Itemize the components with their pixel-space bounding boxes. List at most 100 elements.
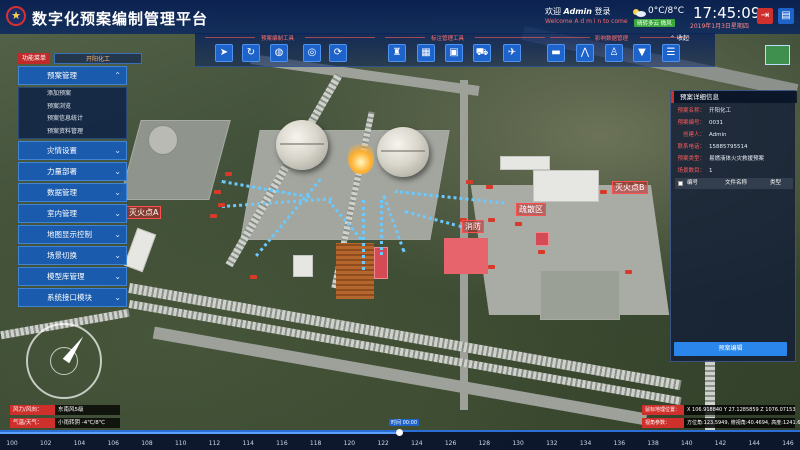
tab-project[interactable]: 开阳化工 <box>54 53 142 64</box>
map-label-c[interactable]: 消防 <box>462 220 484 233</box>
timeline-knob[interactable] <box>396 429 403 436</box>
globe-tool-button[interactable]: ◍ <box>270 44 288 62</box>
sub-item-plan-docs[interactable]: 预案资料管理 <box>19 126 126 139</box>
menu-item-system-interface[interactable]: 系统接口模块 ⌄ <box>18 288 127 307</box>
list-tool-button[interactable]: ☰ <box>662 44 680 62</box>
login-link[interactable]: 登录 <box>595 7 611 16</box>
filter-tool-button[interactable]: ▼ <box>633 44 651 62</box>
chevron-up-icon: ⌃ <box>670 35 676 42</box>
column-header-type: 类型 <box>770 180 782 186</box>
map-label-b[interactable]: 疏散区 <box>516 203 546 216</box>
menu-item-label: 模型库管理 <box>47 272 85 281</box>
fire-truck[interactable] <box>214 190 221 194</box>
timeline-tick: 114 <box>242 440 254 447</box>
camera-label: 视角参数： <box>642 418 684 428</box>
fire-truck[interactable] <box>625 270 632 274</box>
refresh-tool-button[interactable]: ⟳ <box>329 44 347 62</box>
user-name[interactable]: Admin <box>564 7 592 16</box>
menu-item-scene-switch[interactable]: 场景切换 ⌄ <box>18 246 127 265</box>
attachment-table-header: 编号 文件名称 类型 <box>675 178 793 189</box>
camera-params: 视角参数： 方位角:123.5949, 俯视角:40.4694, 高度:1241.… <box>642 418 800 428</box>
timeline-tick: 142 <box>714 440 727 447</box>
compass[interactable] <box>26 323 102 399</box>
field-value: 15885795514 <box>709 144 748 150</box>
fire-truck[interactable] <box>466 180 473 184</box>
menu-item-plan-management[interactable]: 预案管理 ⌃ <box>18 66 127 85</box>
sub-item-browse-plan[interactable]: 预案浏览 <box>19 101 126 114</box>
send-tool-button[interactable]: ✈ <box>503 44 521 62</box>
fire-truck[interactable] <box>515 222 522 226</box>
field-plan-name: 预案名称： 开阳化工 <box>675 106 731 116</box>
fire-truck[interactable] <box>225 172 232 176</box>
exit-button[interactable]: ⇥ <box>757 8 773 24</box>
toolbar-group-label: 标注管理工具 <box>431 36 465 42</box>
edit-plan-button[interactable]: 预案编辑 <box>674 342 787 356</box>
measure-tool-button[interactable]: ◎ <box>303 44 321 62</box>
divider <box>475 37 545 38</box>
menu-item-data-management[interactable]: 数据管理 ⌄ <box>18 183 127 202</box>
column-header-filename: 文件名称 <box>725 180 748 186</box>
field-scene-count: 场景数目： 1 <box>675 166 712 176</box>
menu-item-label: 系统接口模块 <box>47 293 92 302</box>
menu-item-disaster-settings[interactable]: 灾情设置 ⌄ <box>18 141 127 160</box>
divider <box>385 37 425 38</box>
toolbar-group-label: 影响数据管理 <box>595 36 629 42</box>
timeline-tick: 124 <box>411 440 423 447</box>
hydrant-tool-button[interactable]: ♜ <box>388 44 406 62</box>
rotate-icon: ↻ <box>246 47 256 58</box>
spherical-tank <box>377 127 429 177</box>
road-tool-button[interactable]: ⋀ <box>576 44 594 62</box>
layer-tool-button[interactable]: ▬ <box>547 44 565 62</box>
menu-item-force-deployment[interactable]: 力量部署 ⌄ <box>18 162 127 181</box>
timeline[interactable]: 100 102 104 106 108 110 112 114 116 118 120 122 124 1… <box>0 429 800 450</box>
menu-item-label: 灾情设置 <box>47 146 77 155</box>
menu-item-model-library[interactable]: 模型库管理 ⌄ <box>18 267 127 286</box>
sub-item-plan-stats[interactable]: 预案信息统计 <box>19 113 126 126</box>
fire-truck[interactable] <box>250 275 257 279</box>
menu-item-label: 预案管理 <box>47 71 77 80</box>
timeline-tick: 118 <box>309 440 322 447</box>
fire-truck[interactable] <box>538 250 545 254</box>
water-hose <box>380 200 383 255</box>
map-label-a[interactable]: 灭火点A <box>126 206 162 219</box>
wind-label: 风力/风向： <box>10 405 55 415</box>
cloud-sun-icon <box>633 9 646 17</box>
menu-item-map-display[interactable]: 地图显示控制 ⌄ <box>18 225 127 244</box>
collapse-label: 收起 <box>676 35 689 42</box>
fire-truck[interactable] <box>488 265 495 269</box>
layer-icon: ▬ <box>551 47 561 58</box>
weather-badge: 晴转多云 微风 <box>634 19 675 27</box>
fire-truck[interactable] <box>486 185 493 189</box>
sub-item-add-plan[interactable]: 添加预案 <box>19 88 126 101</box>
fire-truck[interactable] <box>210 214 217 218</box>
divider <box>550 37 590 38</box>
select-all-checkbox[interactable] <box>678 181 683 186</box>
settings-button[interactable]: ▤ <box>778 8 794 24</box>
fire-truck[interactable] <box>600 190 607 194</box>
chart-tool-button[interactable]: ▦ <box>417 44 435 62</box>
building <box>444 238 488 274</box>
fire-truck[interactable] <box>488 218 495 222</box>
chevron-down-icon: ⌄ <box>114 146 121 155</box>
toolbar-group-label: 预案编制工具 <box>261 36 295 42</box>
menu-item-label: 地图显示控制 <box>47 230 92 239</box>
building <box>533 170 599 202</box>
timeline-tick: 120 <box>343 440 356 447</box>
map-label-d[interactable]: 灭火点B <box>612 181 648 194</box>
fire-truck[interactable] <box>218 203 225 207</box>
cursor-icon: ➤ <box>219 47 229 58</box>
tab-function-menu[interactable]: 功能菜单 <box>18 53 51 64</box>
hydrant-icon: ♜ <box>392 47 402 58</box>
timeline-tick: 102 <box>40 440 52 447</box>
fire-badge-logo: ★ <box>6 6 26 26</box>
person-tool-button[interactable]: ♙ <box>605 44 623 62</box>
menu-item-indoor-management[interactable]: 室内管理 ⌄ <box>18 204 127 223</box>
minimap[interactable] <box>765 45 790 65</box>
mouse-position: 鼠标地理位置： X 106.918840 Y 27.1285859 Z 1076.… <box>642 405 796 415</box>
select-tool-button[interactable]: ➤ <box>215 44 233 62</box>
rotate-tool-button[interactable]: ↻ <box>242 44 260 62</box>
collapse-toolbar-button[interactable]: ⌃ 收起 <box>670 33 689 42</box>
document-icon: ▤ <box>781 10 791 21</box>
building-tool-button[interactable]: ▣ <box>445 44 463 62</box>
vehicle-tool-button[interactable]: ⛟ <box>473 44 491 62</box>
